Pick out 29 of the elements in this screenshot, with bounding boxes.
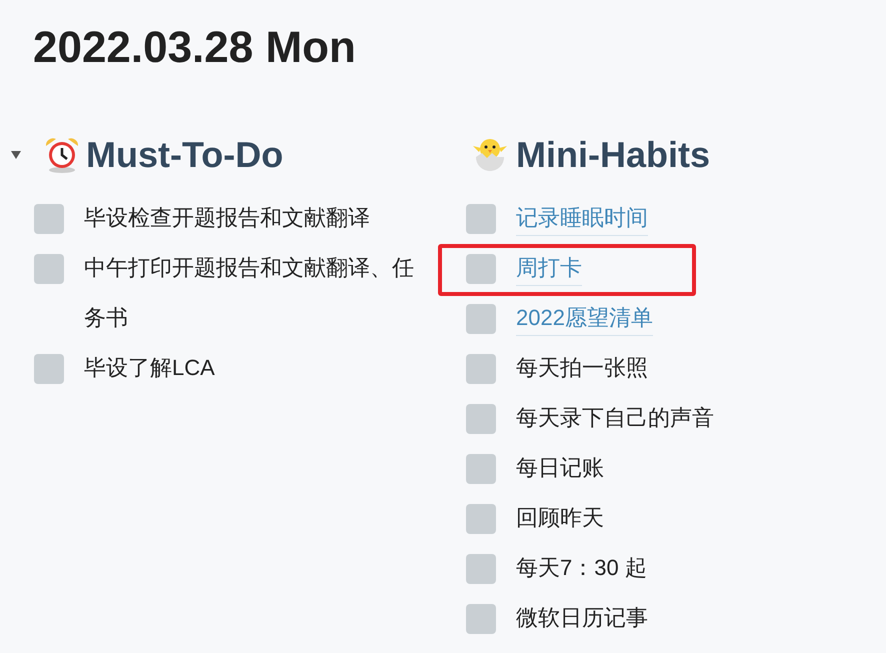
checkbox[interactable] (34, 204, 64, 234)
checkbox[interactable] (466, 404, 496, 434)
checkbox[interactable] (466, 354, 496, 384)
todo-text: 每日记账 (516, 454, 604, 482)
checkbox[interactable] (466, 254, 496, 284)
todo-text: 每天7：30 起 (516, 554, 647, 582)
todo-text: 中午打印开题报告和文献翻译、任务书 (84, 254, 415, 332)
checkbox[interactable] (466, 504, 496, 534)
page-link[interactable]: 2022愿望清单 (516, 303, 653, 336)
page-link[interactable]: 记录睡眠时间 (516, 203, 648, 236)
section-heading: Mini-Habits (516, 134, 710, 176)
checkbox[interactable] (466, 454, 496, 484)
todo-text: 微软日历记事 (516, 604, 648, 632)
alarm-clock-icon (44, 136, 80, 174)
checkbox[interactable] (466, 554, 496, 584)
todo-text: 毕设了解LCA (84, 354, 215, 382)
todo-text: 每天拍一张照 (516, 354, 648, 382)
todo-text: 毕设检查开题报告和文献翻译 (84, 204, 370, 232)
section-heading: Must-To-Do (86, 134, 284, 176)
page-link[interactable]: 周打卡 (516, 253, 582, 286)
checkbox[interactable] (34, 254, 64, 284)
checkbox[interactable] (466, 604, 496, 634)
checkbox[interactable] (466, 304, 496, 334)
todo-text: 回顾昨天 (516, 504, 604, 532)
checkbox[interactable] (34, 354, 64, 384)
collapse-toggle-icon[interactable] (10, 150, 22, 160)
checkbox[interactable] (466, 204, 496, 234)
todo-text: 每天录下自己的声音 (516, 404, 714, 432)
page-title: 2022.03.28 Mon (33, 22, 357, 74)
